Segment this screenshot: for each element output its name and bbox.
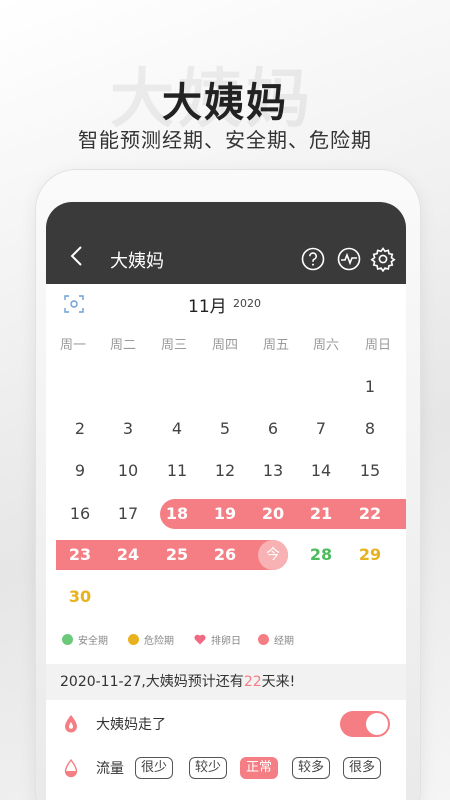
today-marker[interactable]: 今 — [258, 540, 288, 570]
period-dot-icon — [258, 634, 269, 645]
legend: 安全期 危险期 排卵日 经期 — [46, 630, 406, 650]
hero-subtitle: 智能预测经期、安全期、危险期 — [78, 128, 372, 152]
day-cell[interactable]: 8 — [348, 414, 392, 444]
flow-option-normal[interactable]: 正常 — [240, 757, 279, 779]
day-cell[interactable]: 9 — [58, 456, 102, 486]
legend-label: 经期 — [274, 636, 294, 647]
flow-label: 流量 — [96, 761, 124, 777]
day-cell[interactable]: 4 — [155, 414, 199, 444]
legend-safe: 安全期 — [62, 632, 108, 647]
period-end-label: 大姨妈走了 — [96, 717, 166, 733]
info-suffix: 天来! — [261, 674, 296, 690]
info-days: 22 — [243, 674, 262, 690]
day-cell-period[interactable]: 20 — [251, 499, 295, 529]
day-cell-danger[interactable]: 30 — [58, 582, 102, 612]
app-screen: 大姨妈 11月 2020 周一 周二 周三 周四 周五 周六 周日 1 2 3 … — [46, 202, 406, 800]
day-cell[interactable]: 1 — [348, 372, 392, 402]
flow-option-little[interactable]: 较少 — [189, 757, 228, 779]
day-cell[interactable]: 6 — [251, 414, 295, 444]
day-cell[interactable]: 3 — [106, 414, 150, 444]
legend-label: 危险期 — [144, 636, 174, 647]
legend-label: 排卵日 — [211, 636, 241, 647]
day-cell[interactable]: 5 — [203, 414, 247, 444]
calendar-grid: 1 2 3 4 5 6 7 8 9 10 11 12 13 14 15 16 1… — [46, 202, 406, 622]
period-end-row: 大姨妈走了 — [46, 702, 406, 746]
legend-danger: 危险期 — [128, 632, 174, 647]
period-end-toggle[interactable] — [340, 711, 390, 737]
day-cell-period[interactable]: 19 — [203, 499, 247, 529]
hero-title: 大姨妈 — [162, 80, 288, 126]
day-cell[interactable]: 7 — [299, 414, 343, 444]
day-cell[interactable]: 2 — [58, 414, 102, 444]
safe-dot-icon — [62, 634, 73, 645]
toggle-knob — [366, 713, 388, 735]
flow-drop-icon — [64, 758, 78, 778]
legend-period: 经期 — [258, 632, 294, 647]
flow-option-very-much[interactable]: 很多 — [343, 757, 382, 779]
flow-option-more[interactable]: 较多 — [292, 757, 331, 779]
day-cell[interactable]: 15 — [348, 456, 392, 486]
blood-drop-icon — [65, 715, 77, 733]
day-cell-period[interactable]: 26 — [203, 540, 247, 570]
day-cell[interactable]: 13 — [251, 456, 295, 486]
day-cell-period[interactable]: 21 — [299, 499, 343, 529]
day-cell-period[interactable]: 22 — [348, 499, 392, 529]
legend-label: 安全期 — [78, 636, 108, 647]
day-cell-danger[interactable]: 29 — [348, 540, 392, 570]
day-cell-period[interactable]: 23 — [58, 540, 102, 570]
danger-dot-icon — [128, 634, 139, 645]
flow-option-very-little[interactable]: 很少 — [135, 757, 174, 779]
day-cell-period[interactable]: 24 — [106, 540, 150, 570]
day-cell[interactable]: 12 — [203, 456, 247, 486]
day-cell[interactable]: 11 — [155, 456, 199, 486]
day-cell-period[interactable]: 18 — [155, 499, 199, 529]
day-cell[interactable]: 10 — [106, 456, 150, 486]
day-cell[interactable]: 17 — [106, 499, 150, 529]
day-cell[interactable]: 16 — [58, 499, 102, 529]
day-cell-safe[interactable]: 28 — [299, 540, 343, 570]
flow-row: 流量 很少 较少 正常 较多 很多 — [46, 746, 406, 790]
prediction-info: 2020-11-27,大姨妈预计还有22天来! — [46, 664, 406, 700]
day-cell-period[interactable]: 25 — [155, 540, 199, 570]
legend-ovulation: 排卵日 — [194, 632, 241, 647]
heart-icon — [194, 634, 206, 645]
info-prefix: 2020-11-27,大姨妈预计还有 — [60, 674, 244, 690]
day-cell[interactable]: 14 — [299, 456, 343, 486]
